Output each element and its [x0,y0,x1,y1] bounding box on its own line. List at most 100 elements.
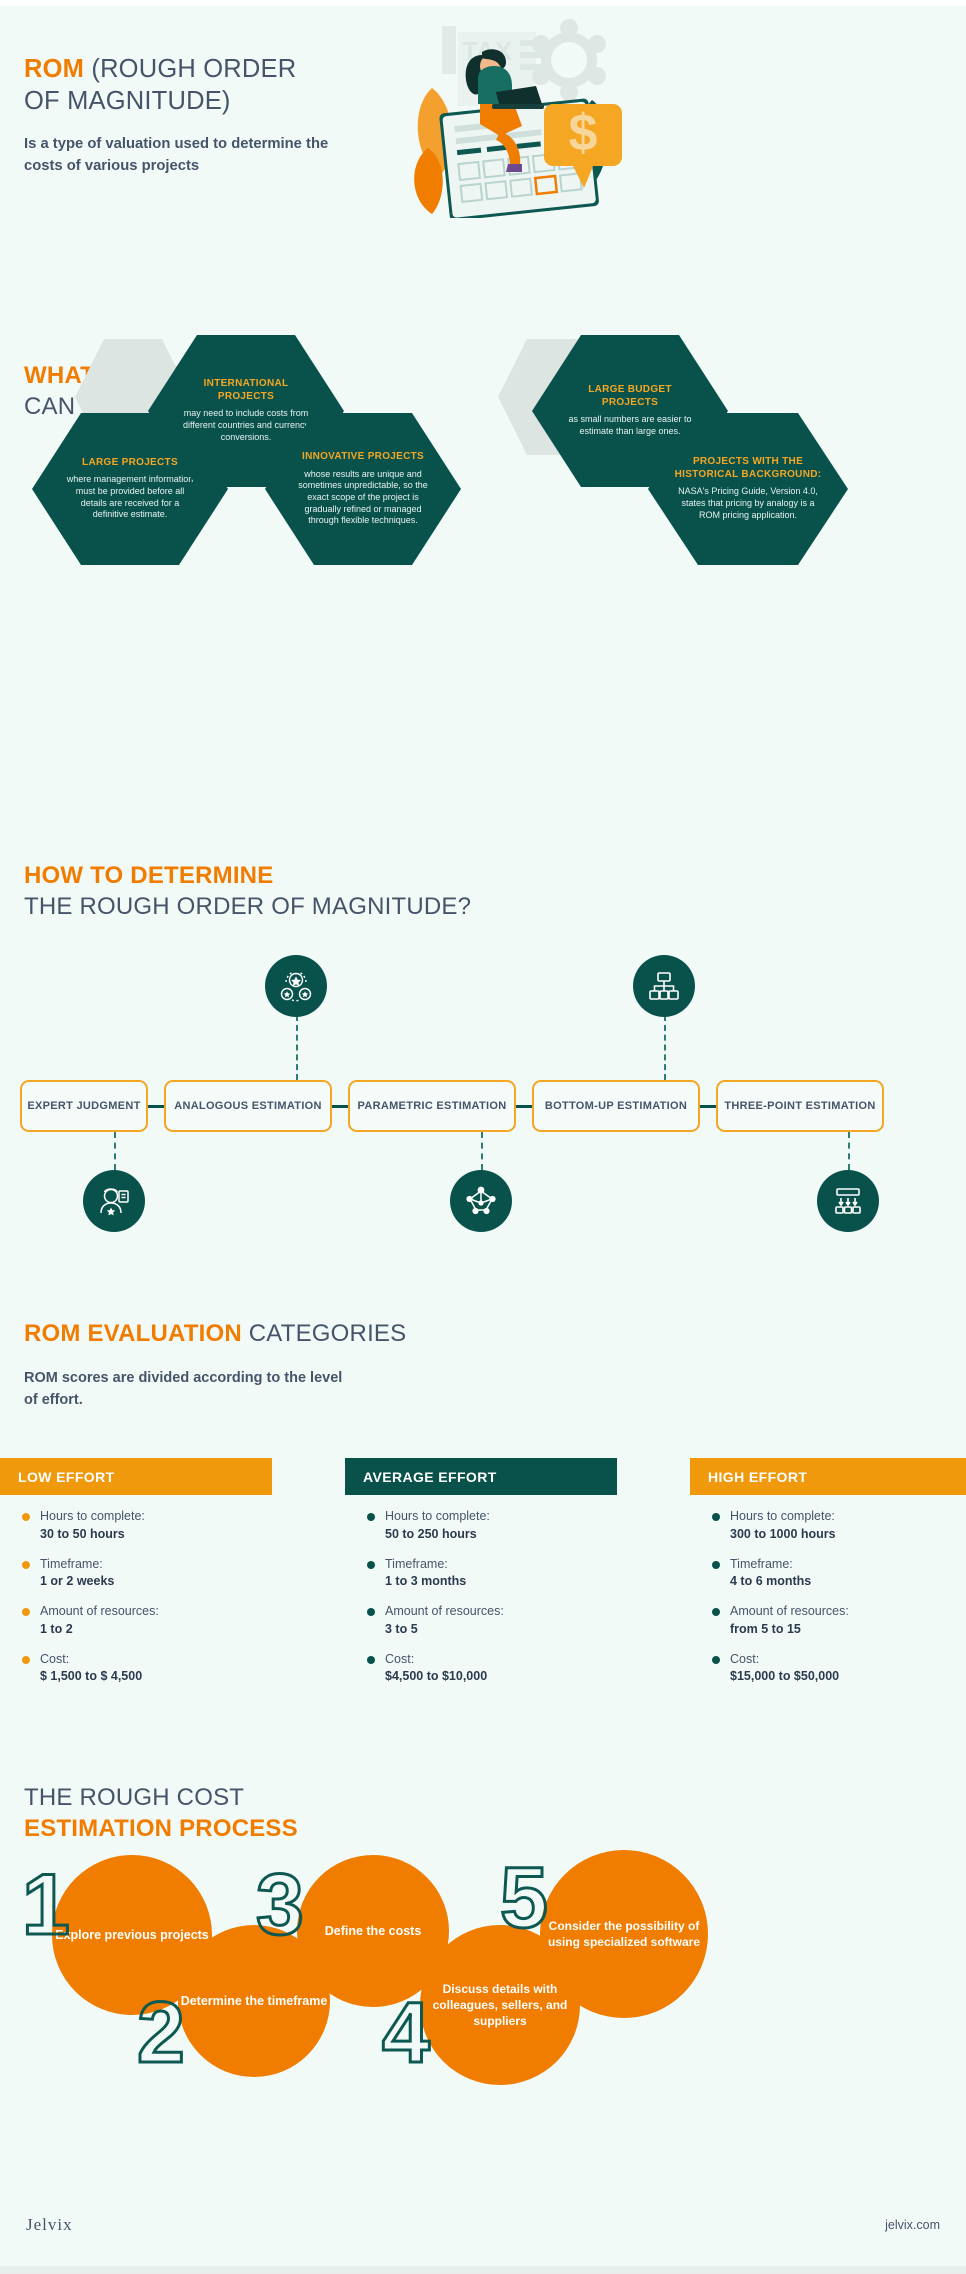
section-process-heading-line2: ESTIMATION PROCESS [24,1815,298,1842]
effort-item-value: 30 to 50 hours [40,1526,125,1541]
effort-item-value: from 5 to 15 [730,1621,801,1636]
bullet-icon [22,1513,30,1521]
page-title-rest: (ROUGH ORDER [84,55,297,83]
method-box-analogous-estimation[interactable]: ANALOGOUS ESTIMATION [164,1080,332,1132]
bottom-up-estimation-icon [633,955,695,1017]
effort-header-average: AVERAGE EFFORT [345,1458,617,1495]
process-number-2: 2 [136,1985,187,2081]
method-dash-parametric [481,1132,483,1170]
effort-item-value: 4 to 6 months [730,1574,812,1589]
effort-item-value: 3 to 5 [385,1621,418,1636]
effort-item-label: Amount of resources: [385,1604,504,1618]
method-label: PARAMETRIC ESTIMATION [357,1099,507,1112]
process-step-text: Explore previous projects [55,1927,209,1942]
three-point-estimation-icon [817,1170,879,1232]
method-label: EXPERT JUDGMENT [27,1099,141,1112]
infographic-page: ROM (ROUGH ORDER OF MAGNITUDE) Is a type… [0,0,966,2274]
effort-list-high: Hours to complete: 300 to 1000 hours Tim… [690,1508,966,1686]
method-box-three-point-estimation[interactable]: THREE-POINT ESTIMATION [716,1080,884,1132]
effort-item-label: Amount of resources: [730,1604,849,1618]
bullet-icon [22,1608,30,1616]
effort-item-label: Hours to complete: [40,1509,145,1523]
effort-item-value: 1 to 3 months [385,1574,467,1589]
effort-item: Amount of resources: 1 to 2 [22,1603,272,1639]
bullet-icon [22,1655,30,1664]
effort-item-label: Amount of resources: [40,1604,159,1618]
page-subtitle: Is a type of valuation used to determine… [24,136,329,175]
bullet-icon [367,1655,375,1664]
effort-item: Amount of resources: from 5 to 15 [712,1603,966,1639]
method-box-bottom-up-estimation[interactable]: BOTTOM-UP ESTIMATION [532,1080,700,1132]
effort-item-label: Timeframe: [730,1556,793,1571]
method-dash-analogous [296,1015,298,1080]
hexagon-title: INTERNATIONAL PROJECTS [203,378,289,402]
method-box-expert-judgment[interactable]: EXPERT JUDGMENT [20,1080,148,1132]
effort-item: Cost: $15,000 to $50,000 [712,1651,966,1687]
method-box-parametric-estimation[interactable]: PARAMETRIC ESTIMATION [348,1080,516,1132]
effort-item: Hours to complete: 30 to 50 hours [22,1508,272,1544]
effort-item-label: Hours to complete: [730,1509,835,1523]
effort-title: LOW EFFORT [18,1468,115,1485]
effort-item-value: 1 or 2 weeks [40,1574,115,1589]
method-label: THREE-POINT ESTIMATION [724,1099,876,1112]
effort-list-average: Hours to complete: 50 to 250 hours Timef… [345,1508,617,1686]
effort-header-high: HIGH EFFORT [690,1458,966,1495]
process-step-5: Consider the possibility of using specia… [540,1850,708,2018]
hexagon-body: whose results are unique and sometimes u… [298,468,428,526]
hexagon-body: as small numbers are easier to estimate … [568,414,692,436]
bullet-icon [712,1608,720,1616]
bullet-icon [22,1560,30,1569]
bottom-divider [0,2266,966,2274]
method-dash-three-point [848,1132,850,1170]
method-dash-bottom-up [664,1015,666,1080]
method-connector-2 [332,1105,348,1108]
effort-item-label: Cost: [385,1651,415,1666]
section-process-heading-line1: THE ROUGH COST [24,1784,245,1811]
section-evaluation-subtitle: ROM scores are divided according to the … [24,1370,343,1408]
bullet-icon [367,1560,375,1569]
effort-column-high: HIGH EFFORT Hours to complete: 300 to 10… [690,1458,966,1686]
effort-item: Hours to complete: 300 to 1000 hours [712,1508,966,1544]
hexagon-title: INNOVATIVE PROJECTS [301,451,424,463]
effort-title: HIGH EFFORT [708,1468,808,1485]
effort-item-label: Timeframe: [40,1556,103,1571]
effort-item-label: Cost: [40,1651,70,1666]
section-evaluation-heading: ROM EVALUATION CATEGORIES [24,1318,406,1349]
effort-column-low: LOW EFFORT Hours to complete: 30 to 50 h… [0,1458,272,1686]
effort-item-label: Cost: [730,1651,760,1666]
parametric-estimation-icon [450,1170,512,1232]
page-title-accent: ROM [24,55,85,83]
process-number-5: 5 [499,1850,550,1946]
dollar-sign: $ [569,104,598,162]
effort-item-label: Timeframe: [385,1556,448,1571]
top-divider [0,0,966,6]
method-connector-1 [148,1105,164,1108]
effort-column-average: AVERAGE EFFORT Hours to complete: 50 to … [345,1458,617,1686]
hexagon-body: where management information must be pro… [66,474,194,520]
expert-judgment-icon [83,1170,145,1232]
process-step-text: Discuss details with colleagues, sellers… [432,1981,568,2029]
effort-item: Amount of resources: 3 to 5 [367,1603,617,1639]
brand-url[interactable]: jelvix.com [885,2218,940,2232]
effort-item-value: 300 to 1000 hours [730,1526,836,1541]
analogous-estimation-icon [265,955,327,1017]
method-label: ANALOGOUS ESTIMATION [174,1099,322,1112]
effort-title: AVERAGE EFFORT [363,1468,497,1485]
process-step-text: Define the costs [324,1923,422,1938]
bullet-icon [712,1655,720,1664]
bullet-icon [367,1513,375,1521]
effort-item: Hours to complete: 50 to 250 hours [367,1508,617,1544]
section-evaluation-heading-accent: ROM EVALUATION [24,1320,242,1347]
process-number-3: 3 [255,1857,306,1953]
effort-header-low: LOW EFFORT [0,1458,272,1495]
effort-item: Timeframe: 1 or 2 weeks [22,1556,272,1592]
hexagon-cluster: LARGE PROJECTS where management informat… [0,335,966,565]
hexagon-body: NASA's Pricing Guide, Version 4.0, state… [678,486,818,520]
page-title-line2: OF MAGNITUDE) [24,87,231,116]
section-determine-heading-accent: HOW TO DETERMINE [24,862,274,889]
section-evaluation-heading-rest: CATEGORIES [241,1320,407,1347]
hexagon-body: may need to include costs from different… [183,408,309,442]
process-number-4: 4 [381,1985,432,2081]
section-determine-heading: HOW TO DETERMINE THE ROUGH ORDER OF MAGN… [24,860,471,922]
effort-item-value: $4,500 to $10,000 [385,1669,488,1684]
